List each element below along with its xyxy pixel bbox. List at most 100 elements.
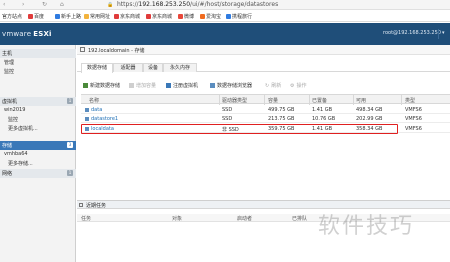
tab-persistent-memory[interactable]: 永久内存 (163, 63, 197, 72)
page-title: 192.localdomain - 存储 (88, 48, 145, 54)
button-label: 操作 (296, 83, 307, 89)
nav-host[interactable]: 主机 (0, 49, 76, 58)
column-provisioned[interactable]: 已置备 (312, 97, 327, 104)
nav-more-storage[interactable]: 更多存储... (0, 159, 76, 168)
bookmark-label: 京东商城 (152, 14, 173, 20)
user-menu[interactable]: root@192.168.253.250▾ (383, 30, 444, 36)
column-drive-type[interactable]: 驱动器类型 (222, 97, 247, 104)
datastore-icon (85, 116, 89, 121)
column-name[interactable]: 名称 (89, 97, 99, 104)
bookmark-6[interactable]: 微博 (178, 13, 194, 20)
nav-label: win2019 (4, 107, 26, 113)
column-capacity[interactable]: 容量 (268, 97, 278, 104)
drive-type: SSD (222, 107, 233, 113)
recent-tasks-title: 近期任务 (86, 203, 107, 209)
storage-pane: 192.localdomain - 存储 数据存储 适配器 设备 永久内存 新建… (77, 45, 450, 200)
bookmark-favicon-icon (84, 14, 89, 19)
url-field[interactable]: https://192.168.253.250/ui/#/host/storag… (117, 1, 278, 8)
datastore-name[interactable]: datastore1 (85, 116, 118, 122)
button-label: 新建数据存储 (90, 83, 121, 89)
bookmark-label: 常用网址 (90, 14, 111, 20)
nav-label: 主机 (2, 51, 13, 57)
nav-networking[interactable]: 网络 1 (0, 169, 76, 178)
bookmark-label: 官方站点 (2, 14, 23, 20)
register-vm-button[interactable]: 注册虚拟机 (166, 82, 198, 89)
url-host: 192.168.253.250 (138, 1, 191, 8)
bookmark-0[interactable]: 官方站点 (2, 13, 22, 20)
column-initiator[interactable]: 启动者 (237, 215, 252, 222)
home-icon[interactable]: ⌂ (60, 1, 64, 8)
column-divider (309, 95, 310, 105)
bookmark-8[interactable]: 携程旅行 (226, 13, 252, 20)
nav-virtual-machines[interactable]: 虚拟机 1 (0, 97, 76, 106)
nav-manage[interactable]: 管理 (0, 58, 76, 67)
reload-icon[interactable]: ↻ (42, 1, 47, 8)
register-vm-icon (166, 83, 171, 88)
column-type[interactable]: 类型 (405, 97, 415, 104)
refresh-icon: ↻ (265, 82, 270, 89)
gear-icon: ⚙ (290, 82, 295, 89)
tasks-icon (79, 203, 83, 207)
bookmark-5[interactable]: 京东商城 (146, 13, 172, 20)
column-free[interactable]: 可用 (356, 97, 366, 104)
browser-address-bar: ‹ › ↻ ⌂ 🔒 https://192.168.253.250/ui/#/h… (0, 0, 450, 10)
nav-label: 虚拟机 (2, 99, 18, 105)
column-queued[interactable]: 已排队 (292, 215, 307, 222)
column-task[interactable]: 任务 (81, 215, 91, 222)
bookmark-favicon-icon (178, 14, 183, 19)
table-row[interactable]: datastore1 SSD 213.75 GB 10.76 GB 202.99… (81, 114, 450, 123)
nav-label: 网络 (2, 171, 13, 177)
bookmark-2[interactable]: 新手上路 (55, 13, 81, 20)
bookmark-favicon-icon (55, 14, 60, 19)
nav-vmhba64[interactable]: vmhba64 (0, 150, 76, 159)
count-badge: 1 (67, 98, 73, 104)
bookmark-4[interactable]: 京东商城 (114, 13, 140, 20)
bookmark-favicon-icon (28, 14, 33, 19)
nav-vm-monitor[interactable]: 监控 (0, 115, 76, 124)
refresh-button[interactable]: ↻ 刷新 (265, 82, 281, 90)
drive-type: SSD (222, 116, 233, 122)
bookmark-label: 携程旅行 (232, 14, 253, 20)
fs-type: VMFS6 (405, 107, 422, 113)
tab-datastores[interactable]: 数据存储 (81, 63, 113, 73)
datastore-browser-button[interactable]: 数据存储浏览器 (210, 82, 252, 89)
bookmark-label: 新手上路 (61, 14, 82, 20)
bookmark-favicon-icon (146, 14, 151, 19)
tab-adapters[interactable]: 适配器 (113, 63, 143, 72)
table-row[interactable]: data SSD 499.75 GB 1.41 GB 498.34 GB VMF… (81, 105, 450, 114)
watermark: 软件技巧 (318, 214, 415, 239)
bookmark-7[interactable]: 爱淘宝 (200, 13, 221, 20)
column-target[interactable]: 对象 (172, 215, 182, 222)
column-divider (401, 95, 402, 105)
nav-more-vms[interactable]: 更多虚拟机... (0, 124, 76, 133)
nav-vm-win2019[interactable]: win2019 (0, 106, 76, 115)
storage-tabs: 数据存储 适配器 设备 永久内存 (77, 63, 450, 73)
datastore-name-text: datastore1 (91, 116, 119, 122)
fs-type: VMFS6 (405, 116, 422, 122)
new-datastore-button[interactable]: 新建数据存储 (83, 82, 120, 89)
toolbar: 新建数据存储 增加容量 注册虚拟机 数据存储浏览器 ↻ 刷新 ⚙ 操作 (77, 81, 450, 91)
bookmark-favicon-icon (226, 14, 231, 19)
nav-storage[interactable]: 存储 3 (0, 141, 76, 150)
nav-label: 存储 (2, 143, 13, 149)
nav-monitor[interactable]: 监控 (0, 67, 76, 76)
forward-icon[interactable]: › (22, 1, 24, 8)
tab-devices[interactable]: 设备 (143, 63, 163, 72)
actions-button[interactable]: ⚙ 操作 (290, 82, 307, 90)
table-header: 名称 驱动器类型 容量 已置备 可用 类型 (81, 94, 450, 105)
vmware-esxi-logo: vmware ESXi (2, 30, 52, 38)
datastore-browser-icon (210, 83, 215, 88)
row-highlight-box (81, 124, 398, 134)
nav-label: 更多虚拟机... (8, 126, 38, 132)
free: 202.99 GB (356, 116, 383, 122)
increase-capacity-button[interactable]: 增加容量 (129, 82, 156, 89)
bookmark-label: 百度 (34, 14, 45, 20)
bookmark-3[interactable]: 常用网址 (84, 13, 110, 20)
datastore-name[interactable]: data (85, 107, 102, 113)
bookmark-1[interactable]: 百度 (28, 13, 44, 20)
nav-label: 管理 (4, 60, 15, 66)
back-icon[interactable]: ‹ (3, 1, 5, 8)
bookmarks-bar: 官方站点 百度 新手上路 常用网址 京东商城 京东商城 微博 爱淘宝 携程旅行 (0, 11, 450, 22)
provisioned: 10.76 GB (312, 116, 336, 122)
datastore-name-text: data (91, 107, 103, 113)
